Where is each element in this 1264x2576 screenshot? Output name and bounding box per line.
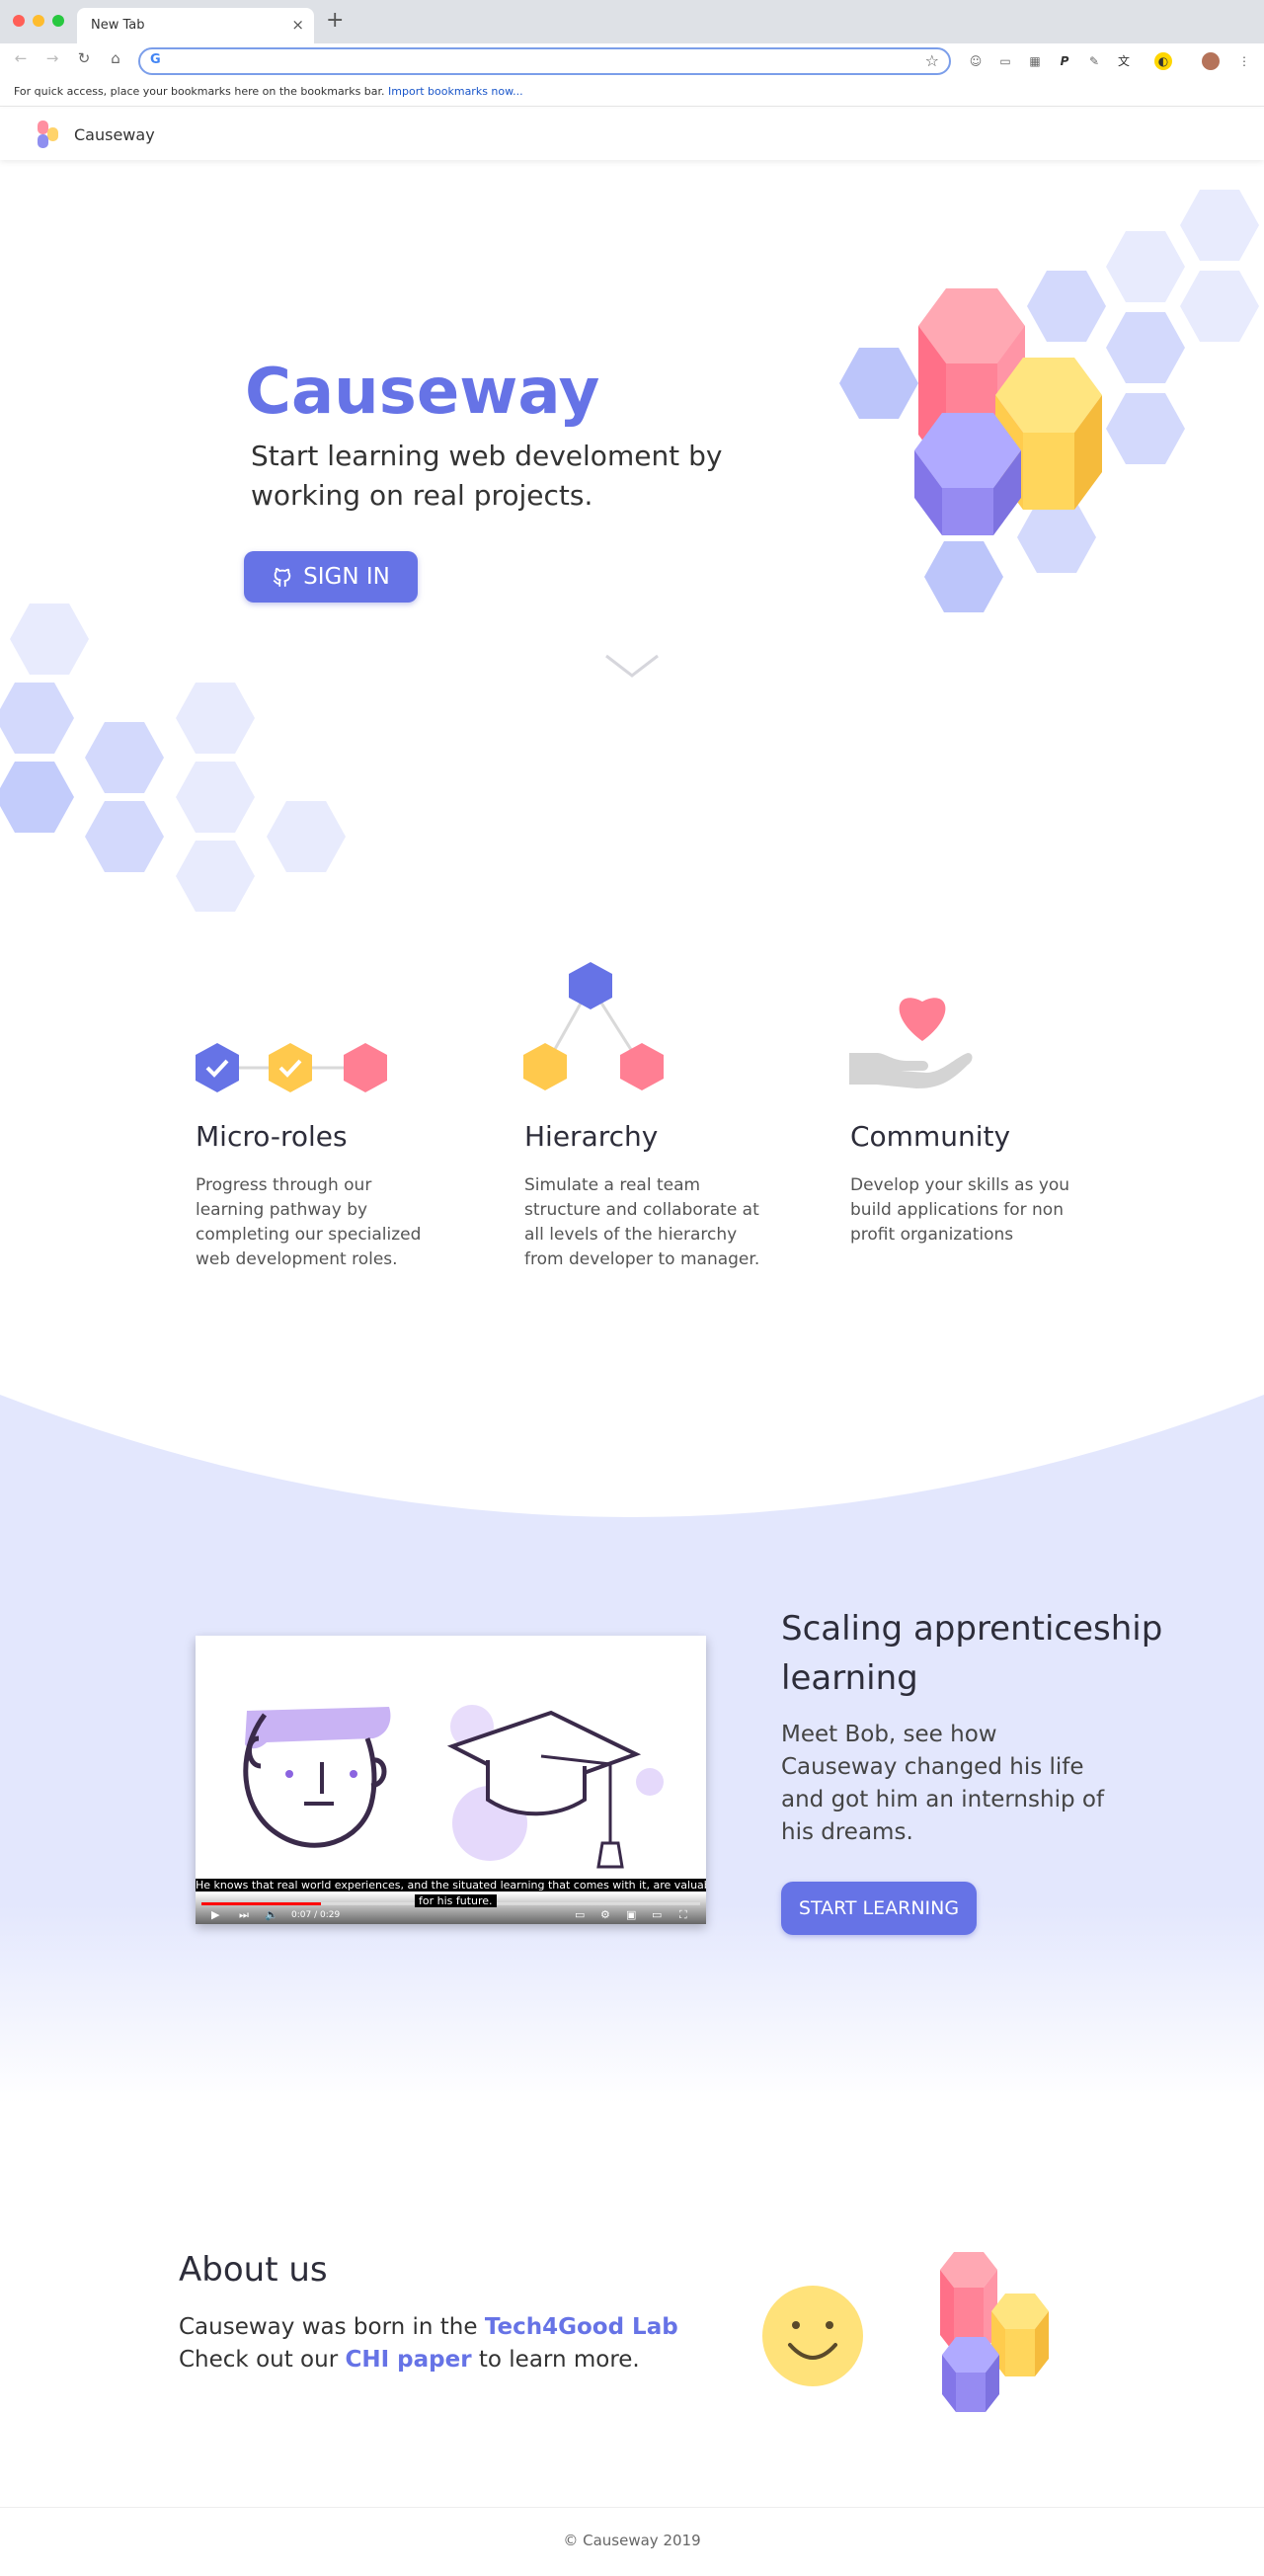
- profile-avatar[interactable]: [1202, 52, 1220, 70]
- video-thumbnail-illustration: [243, 1705, 664, 1869]
- cast-icon[interactable]: ▭: [996, 52, 1014, 70]
- hero-left-hexagon-cluster-icon: [0, 604, 346, 912]
- sign-in-label: SIGN IN: [303, 564, 390, 590]
- address-bar[interactable]: G ☆: [138, 47, 951, 75]
- google-icon: G: [150, 52, 161, 67]
- menu-kebab-icon[interactable]: ⋮: [1235, 52, 1253, 70]
- extension-face-icon[interactable]: ☺: [967, 52, 985, 70]
- extension-dropper-icon[interactable]: ✎: [1085, 52, 1103, 70]
- feature-title-micro-roles: Micro-roles: [196, 1120, 348, 1153]
- feature-title-community: Community: [850, 1120, 1011, 1153]
- brand-name[interactable]: Causeway: [74, 125, 155, 144]
- scaling-description: Meet Bob, see how Causeway changed his l…: [781, 1722, 1105, 1845]
- hero-title: Causeway: [245, 356, 600, 429]
- fullscreen-icon[interactable]: ⛶: [679, 1908, 687, 1922]
- about-title: About us: [179, 2250, 328, 2290]
- new-tab-button[interactable]: +: [326, 10, 344, 32]
- github-icon: [273, 567, 291, 588]
- causeway-logo-icon[interactable]: [34, 119, 63, 150]
- bookmark-star-icon[interactable]: ☆: [925, 51, 939, 70]
- hierarchy-icon: [523, 962, 664, 1090]
- feature-desc-micro-roles: Progress through our learning pathway by…: [196, 1175, 422, 1269]
- import-bookmarks-link[interactable]: Import bookmarks now...: [388, 85, 523, 98]
- tab-strip: New Tab × +: [0, 0, 1264, 43]
- paypal-icon[interactable]: P: [1056, 52, 1073, 70]
- about-line1-prefix: Causeway was born in the: [179, 2314, 485, 2340]
- bookmarks-hint: For quick access, place your bookmarks h…: [14, 85, 385, 98]
- tab-new-tab[interactable]: New Tab ×: [77, 8, 314, 43]
- hero-subtitle: Start learning web develoment by working…: [251, 440, 723, 512]
- browser-chrome: New Tab × + ← → ↻ ⌂ G ☆ ☺ ▭ ▦ P ✎ 文 ◐ ⋮ …: [0, 0, 1264, 109]
- extension-translate-icon[interactable]: 文: [1115, 52, 1133, 70]
- community-heart-hand-icon: [849, 998, 973, 1088]
- video-progress-fill: [201, 1902, 322, 1905]
- smiley-face-icon: [762, 2286, 863, 2386]
- play-icon[interactable]: ▶: [211, 1908, 219, 1921]
- settings-gear-icon[interactable]: ⚙: [600, 1908, 610, 1921]
- tech4good-lab-link[interactable]: Tech4Good Lab: [485, 2314, 678, 2340]
- sign-in-button[interactable]: SIGN IN: [244, 551, 418, 603]
- reload-icon[interactable]: ↻: [73, 49, 95, 67]
- window-maximize-button[interactable]: [52, 15, 64, 27]
- window-close-button[interactable]: [13, 15, 25, 27]
- video-caption-line: He knows that real world experiences, an…: [196, 1879, 706, 1892]
- micro-roles-icon: [196, 1043, 387, 1092]
- feature-desc-community: Develop your skills as you build applica…: [850, 1175, 1070, 1245]
- hero-hexagon-cluster-icon: [839, 190, 1259, 612]
- extension-puzzle-icon[interactable]: ▦: [1026, 52, 1044, 70]
- bookmarks-bar: For quick access, place your bookmarks h…: [0, 79, 1264, 107]
- next-icon[interactable]: ⏭: [239, 1908, 249, 1922]
- back-icon[interactable]: ←: [10, 49, 32, 67]
- chi-paper-link[interactable]: CHI paper: [345, 2347, 471, 2373]
- browser-toolbar: ← → ↻ ⌂ G ☆ ☺ ▭ ▦ P ✎ 文 ◐ ⋮: [0, 43, 1264, 79]
- footer-copyright: © Causeway 2019: [563, 2532, 701, 2549]
- video-caption-line: for his future.: [415, 1894, 497, 1907]
- forward-icon[interactable]: →: [41, 49, 63, 67]
- video-player[interactable]: ▶ ⏭ 🔈 0:07 / 0:29 ▭ ⚙ ▣ ▭ ⛶ He knows tha…: [196, 1636, 706, 1924]
- about-line2-suffix: to learn more.: [471, 2347, 640, 2373]
- feature-desc-hierarchy: Simulate a real team structure and colla…: [524, 1175, 760, 1269]
- site-footer: © Causeway 2019: [0, 2507, 1264, 2576]
- tab-title: New Tab: [91, 18, 145, 33]
- extension-circle-icon[interactable]: ◐: [1154, 52, 1172, 70]
- miniplayer-icon[interactable]: ▣: [626, 1908, 636, 1921]
- about-line2-prefix: Check out our: [179, 2347, 346, 2373]
- video-time: 0:07 / 0:29: [291, 1910, 341, 1920]
- feature-title-hierarchy: Hierarchy: [524, 1120, 659, 1153]
- theater-mode-icon[interactable]: ▭: [652, 1908, 662, 1921]
- home-icon[interactable]: ⌂: [105, 49, 126, 67]
- about-text: Causeway was born in the Tech4Good Lab C…: [179, 2311, 678, 2376]
- start-learning-button[interactable]: START LEARNING: [781, 1882, 977, 1935]
- captions-icon[interactable]: ▭: [575, 1908, 585, 1921]
- site-header: Causeway: [0, 109, 1264, 160]
- window-minimize-button[interactable]: [33, 15, 44, 27]
- chevron-down-icon[interactable]: [604, 652, 660, 682]
- volume-icon[interactable]: 🔈: [265, 1908, 278, 1921]
- tab-close-icon[interactable]: ×: [291, 16, 304, 34]
- about-hexagon-stack-icon: [940, 2252, 1049, 2412]
- scaling-title: Scaling apprenticeship learning: [781, 1609, 1163, 1698]
